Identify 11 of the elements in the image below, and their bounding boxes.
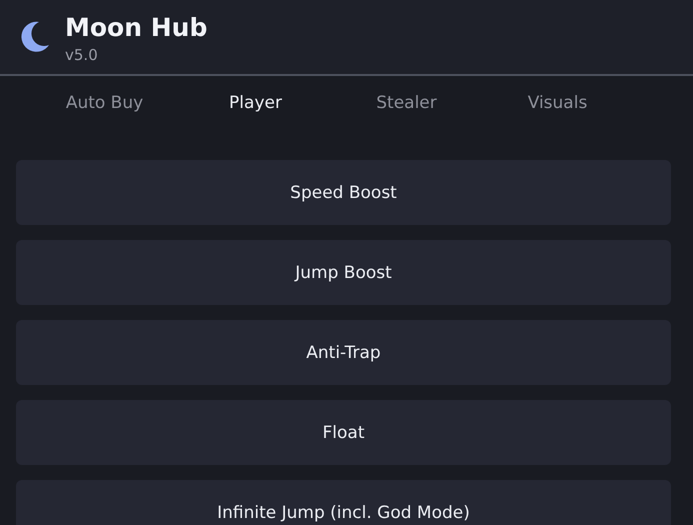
- tab[interactable]: Stealer: [331, 88, 482, 118]
- feature-button[interactable]: Anti-Trap: [16, 320, 671, 385]
- app-title: Moon Hub: [65, 14, 208, 42]
- version-label: v5.0: [65, 46, 99, 64]
- tab[interactable]: Visuals: [482, 88, 633, 118]
- feature-button[interactable]: Speed Boost: [16, 160, 671, 225]
- feature-button[interactable]: Float: [16, 400, 671, 465]
- tab[interactable]: Auto Buy: [29, 88, 180, 118]
- feature-button[interactable]: Infinite Jump (incl. God Mode): [16, 480, 671, 525]
- feature-button[interactable]: Jump Boost: [16, 240, 671, 305]
- tab[interactable]: Player: [180, 88, 331, 118]
